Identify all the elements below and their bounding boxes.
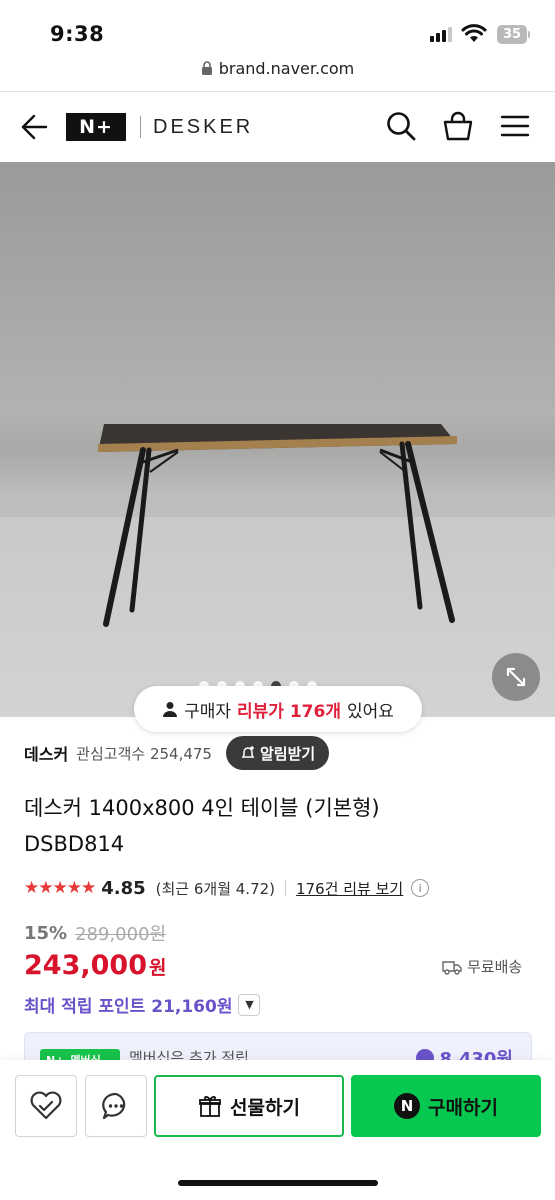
review-pill-suffix: 있어요 xyxy=(346,701,394,722)
store-row: 데스커 관심고객수 254,475 알림받기 xyxy=(24,732,534,774)
status-bar: 9:38 35 xyxy=(0,0,555,56)
chevron-down-icon[interactable]: ▼ xyxy=(238,993,261,1016)
gift-label: 선물하기 xyxy=(230,1096,300,1119)
back-arrow-icon[interactable] xyxy=(20,114,48,140)
product-title-line2: DSBD814 xyxy=(24,832,125,856)
info-icon[interactable]: i xyxy=(411,879,430,897)
discount-percent: 15% xyxy=(24,922,68,944)
review-link[interactable]: 176건 리뷰 보기 xyxy=(296,878,403,899)
product-title: 데스커 1400x800 4인 테이블 (기본형) DSBD814 xyxy=(24,790,534,862)
product-title-line1: 데스커 1400x800 4인 테이블 (기본형) xyxy=(24,796,380,820)
site-header: N+ DESKER xyxy=(0,92,555,162)
rating-divider xyxy=(285,880,287,896)
sale-price-value: 243,000 xyxy=(24,950,147,981)
alarm-button[interactable]: 알림받기 xyxy=(225,736,330,770)
battery-icon: 35 xyxy=(497,25,527,44)
sale-price-unit: 원 xyxy=(148,957,167,979)
rating-recent: (최근 6개월 4.72) xyxy=(155,879,276,898)
original-price: 289,000원 xyxy=(75,924,167,945)
person-icon xyxy=(163,702,178,717)
url-text: brand.naver.com xyxy=(218,59,355,78)
heart-check-icon xyxy=(30,1091,62,1120)
max-points-label: 최대 적립 포인트 21,160원 xyxy=(24,997,233,1017)
menu-icon[interactable] xyxy=(499,110,531,142)
shipping-info: 무료배송 xyxy=(442,956,522,977)
rating-stars-icon: ★★★★★ xyxy=(24,878,96,898)
battery-tip xyxy=(528,31,530,38)
cellular-signal-icon xyxy=(430,26,456,42)
expand-icon xyxy=(506,667,526,687)
product-image[interactable] xyxy=(0,162,555,717)
max-points[interactable]: 최대 적립 포인트 21,160원 ▼ xyxy=(24,992,261,1017)
bell-plus-icon xyxy=(241,746,255,758)
home-indicator xyxy=(178,1180,378,1186)
table-illustration xyxy=(98,424,457,627)
bottom-action-bar: 선물하기 N 구매하기 xyxy=(0,1060,555,1200)
review-pill-prefix: 구매자 xyxy=(184,701,232,722)
rating-row: ★★★★★ 4.85 (최근 6개월 4.72) 176건 리뷰 보기 i xyxy=(24,876,534,900)
gift-icon xyxy=(199,1096,221,1117)
buy-label: 구매하기 xyxy=(428,1096,498,1119)
rating-score: 4.85 xyxy=(101,877,146,899)
truck-icon xyxy=(442,960,462,975)
sale-price: 243,000 원 xyxy=(24,950,166,981)
chat-bubble-icon xyxy=(102,1092,126,1120)
status-time: 9:38 xyxy=(50,22,105,46)
wishlist-button[interactable] xyxy=(15,1075,77,1137)
shopping-bag-icon[interactable] xyxy=(442,110,474,142)
discount-row: 15% 289,000원 xyxy=(24,920,166,946)
naver-pay-icon: N xyxy=(394,1093,421,1119)
brand-name[interactable]: DESKER xyxy=(153,116,253,139)
store-name[interactable]: 데스커 xyxy=(24,741,68,765)
naver-plus-logo[interactable]: N+ xyxy=(66,113,126,141)
url-bar[interactable]: brand.naver.com xyxy=(0,56,555,92)
review-pill-highlight: 리뷰가 176개 xyxy=(237,701,341,722)
expand-image-button[interactable] xyxy=(492,653,540,701)
shipping-label: 무료배송 xyxy=(467,958,523,976)
buy-button[interactable]: N 구매하기 xyxy=(351,1075,541,1137)
lock-icon xyxy=(201,61,212,75)
store-fans-count: 관심고객수 254,475 xyxy=(76,744,212,763)
talk-button[interactable] xyxy=(85,1075,147,1137)
wifi-icon xyxy=(461,24,487,42)
alarm-label: 알림받기 xyxy=(259,744,316,763)
header-divider xyxy=(140,116,141,138)
gift-button[interactable]: 선물하기 xyxy=(154,1075,344,1137)
search-icon[interactable] xyxy=(385,110,417,142)
review-count-pill[interactable]: 구매자 리뷰가 176개 있어요 xyxy=(134,686,422,732)
